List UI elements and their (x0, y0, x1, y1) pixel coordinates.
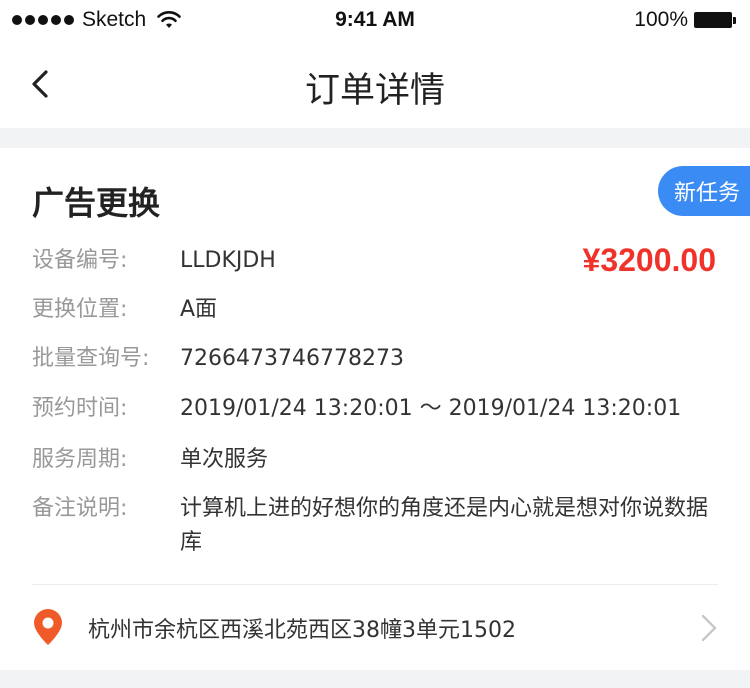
chevron-left-icon (32, 70, 48, 98)
field-label: 预约时间: (32, 396, 128, 421)
status-badge: 新任务 (658, 166, 750, 216)
field-value: LLDKJDH (180, 248, 276, 273)
battery-percent: 100% (634, 8, 688, 31)
field-value: 计算机上进的好想你的角度还是内心就是想对你说数据库 (180, 496, 709, 555)
page-title: 订单详情 (304, 71, 445, 111)
order-title: 广告更换 (32, 184, 161, 222)
field-label: 服务周期: (32, 447, 128, 472)
field-value: 7266473746778273 (180, 346, 404, 371)
field-label: 更换位置: (32, 297, 128, 322)
field-value: 2019/01/24 13:20:01 ～ 2019/01/24 13:20:0… (180, 396, 682, 421)
nav-bar: 订单详情 (0, 40, 750, 128)
field-value: A面 (180, 297, 218, 322)
address-row[interactable]: 杭州市余杭区西溪北苑西区38幢3单元1502 (0, 585, 750, 670)
battery-icon (694, 11, 738, 29)
field-label: 批量查询号: (32, 346, 150, 371)
order-price: ¥3200.00 (582, 242, 716, 278)
chevron-right-icon (701, 614, 717, 642)
field-label: 设备编号: (32, 248, 128, 273)
order-card: 广告更换 新任务 ¥3200.00 设备编号: LLDKJDH 更换位置: A面… (0, 148, 750, 670)
back-button[interactable] (24, 64, 64, 104)
address-text: 杭州市余杭区西溪北苑西区38幢3单元1502 (88, 618, 516, 643)
status-bar: Sketch 9:41 AM 100% (0, 0, 750, 40)
field-value: 单次服务 (180, 447, 269, 472)
location-pin-icon (34, 609, 62, 645)
status-bar-right: 100% (634, 8, 738, 32)
field-label: 备注说明: (32, 496, 128, 521)
